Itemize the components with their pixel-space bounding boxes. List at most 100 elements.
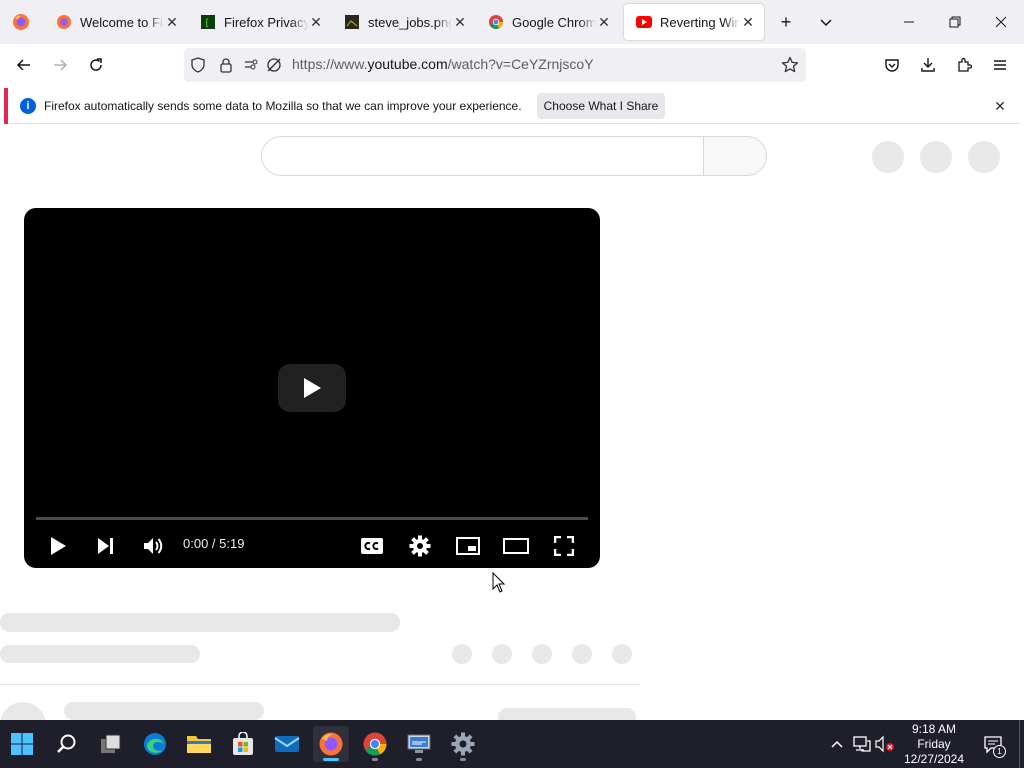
app-menu-button[interactable]: [984, 49, 1016, 81]
miniplayer-button[interactable]: [452, 530, 484, 562]
mail-button[interactable]: [269, 726, 305, 762]
file-explorer-button[interactable]: [181, 726, 217, 762]
fullscreen-icon: [554, 536, 574, 556]
tab-steve-jobs-image[interactable]: steve_jobs.png ✕: [332, 4, 476, 40]
theater-mode-button[interactable]: [500, 530, 532, 562]
notification-message: Firefox automatically sends some data to…: [44, 99, 522, 113]
title-skeleton: [0, 613, 400, 632]
network-button[interactable]: [851, 732, 873, 756]
pocket-icon: [885, 59, 899, 72]
new-tab-button[interactable]: +: [768, 4, 804, 40]
close-tab-icon[interactable]: ✕: [596, 14, 612, 30]
search-button-placeholder[interactable]: [703, 136, 767, 176]
divider: [0, 684, 640, 685]
remote-desktop-button[interactable]: [401, 726, 437, 762]
tracking-protection-shield-icon[interactable]: [188, 55, 208, 75]
close-notification-icon[interactable]: ✕: [990, 96, 1010, 116]
search-button[interactable]: [49, 726, 85, 762]
clock-time: 9:18 AM: [911, 722, 957, 736]
large-play-button[interactable]: [278, 364, 346, 412]
firefox-view-button[interactable]: [0, 0, 42, 44]
search-input-placeholder[interactable]: [261, 136, 705, 176]
puzzle-piece-icon: [958, 57, 972, 72]
action-skeleton: [572, 644, 592, 664]
chevron-up-icon: [831, 740, 843, 748]
data-collection-notification: i Firefox automatically sends some data …: [4, 88, 1020, 124]
url-bar[interactable]: https://www.youtube.com/watch?v=CeYZrnjs…: [184, 48, 806, 82]
microsoft-store-button[interactable]: [225, 726, 261, 762]
restore-icon: [949, 16, 961, 28]
action-skeleton: [492, 644, 512, 664]
header-icon-placeholder[interactable]: [920, 141, 952, 173]
tab-reverting-windows[interactable]: Reverting Windows ✕: [624, 4, 764, 40]
youtube-favicon-icon: [636, 14, 652, 30]
task-view-button[interactable]: [93, 726, 129, 762]
youtube-page: 0:00 / 5:19: [0, 126, 1024, 720]
show-hidden-icons-button[interactable]: [826, 732, 848, 756]
chrome-favicon-icon: [488, 14, 504, 30]
skip-next-icon: [98, 538, 113, 554]
restore-button[interactable]: [932, 0, 978, 44]
document-favicon-icon: [: [200, 14, 216, 30]
close-window-button[interactable]: [978, 0, 1024, 44]
autoplay-blocked-icon[interactable]: [264, 55, 284, 75]
header-icon-placeholder[interactable]: [872, 141, 904, 173]
bookmark-star-icon[interactable]: [780, 55, 800, 75]
volume-button[interactable]: [874, 732, 896, 756]
lock-icon[interactable]: [216, 55, 236, 75]
show-desktop-button[interactable]: [1019, 720, 1024, 768]
windows-logo-icon: [11, 733, 33, 755]
windows-taskbar: 9:18 AM Friday 12/27/2024 1: [0, 720, 1024, 768]
reload-button[interactable]: [80, 49, 112, 81]
mouse-cursor-icon: [492, 572, 506, 593]
back-button[interactable]: [8, 49, 40, 81]
list-all-tabs-button[interactable]: [808, 4, 844, 40]
folder-icon: [187, 736, 211, 753]
close-tab-icon[interactable]: ✕: [164, 14, 180, 30]
choose-what-i-share-button[interactable]: Choose What I Share: [537, 93, 665, 119]
time-display: 0:00 / 5:19: [183, 536, 245, 551]
minimize-button[interactable]: [886, 0, 932, 44]
start-button[interactable]: [4, 726, 40, 762]
close-icon: [995, 16, 1007, 28]
close-tab-icon[interactable]: ✕: [452, 14, 468, 30]
close-tab-icon[interactable]: ✕: [308, 14, 324, 30]
settings-button[interactable]: [404, 530, 436, 562]
volume-icon: [144, 538, 163, 554]
forward-button[interactable]: [44, 49, 76, 81]
system-clock[interactable]: 9:18 AM Friday 12/27/2024: [900, 722, 968, 767]
pocket-button[interactable]: [876, 49, 908, 81]
tab-welcome[interactable]: Welcome to Firefox ✕: [44, 4, 188, 40]
tab-strip: Welcome to Firefox ✕ [ Firefox Privacy N…: [0, 0, 1024, 44]
tab-google-chrome[interactable]: Google Chrome ✕: [476, 4, 620, 40]
url-text[interactable]: https://www.youtube.com/watch?v=CeYZrnjs…: [292, 56, 594, 72]
firefox-favicon-icon: [56, 14, 72, 30]
action-skeleton: [532, 644, 552, 664]
fullscreen-button[interactable]: [548, 530, 580, 562]
firefox-taskbar-button[interactable]: [313, 726, 349, 762]
tab-title: steve_jobs.png: [368, 14, 452, 30]
subtitles-button[interactable]: [356, 530, 388, 562]
permissions-icon[interactable]: [242, 55, 262, 75]
url-prefix: https://www.: [292, 56, 368, 72]
video-player[interactable]: 0:00 / 5:19: [24, 208, 600, 568]
notification-center-button[interactable]: 1: [982, 732, 1006, 758]
next-button[interactable]: [89, 530, 121, 562]
settings-taskbar-button[interactable]: [445, 726, 481, 762]
close-tab-icon[interactable]: ✕: [740, 14, 756, 30]
store-bag-icon: [233, 732, 253, 755]
settings-gear-icon: [451, 732, 475, 756]
progress-bar[interactable]: [36, 517, 588, 520]
tab-title: Welcome to Firefox: [80, 14, 164, 30]
edge-button[interactable]: [137, 726, 173, 762]
extensions-button[interactable]: [948, 49, 980, 81]
play-button[interactable]: [42, 530, 74, 562]
tab-privacy-notice[interactable]: [ Firefox Privacy Notice ✕: [188, 4, 332, 40]
chrome-taskbar-button[interactable]: [357, 726, 393, 762]
mute-button[interactable]: [137, 530, 169, 562]
downloads-button[interactable]: [912, 49, 944, 81]
sort-skeleton: [498, 708, 636, 720]
running-indicator: [460, 758, 466, 761]
plus-icon: +: [780, 11, 792, 32]
avatar-placeholder[interactable]: [968, 141, 1000, 173]
